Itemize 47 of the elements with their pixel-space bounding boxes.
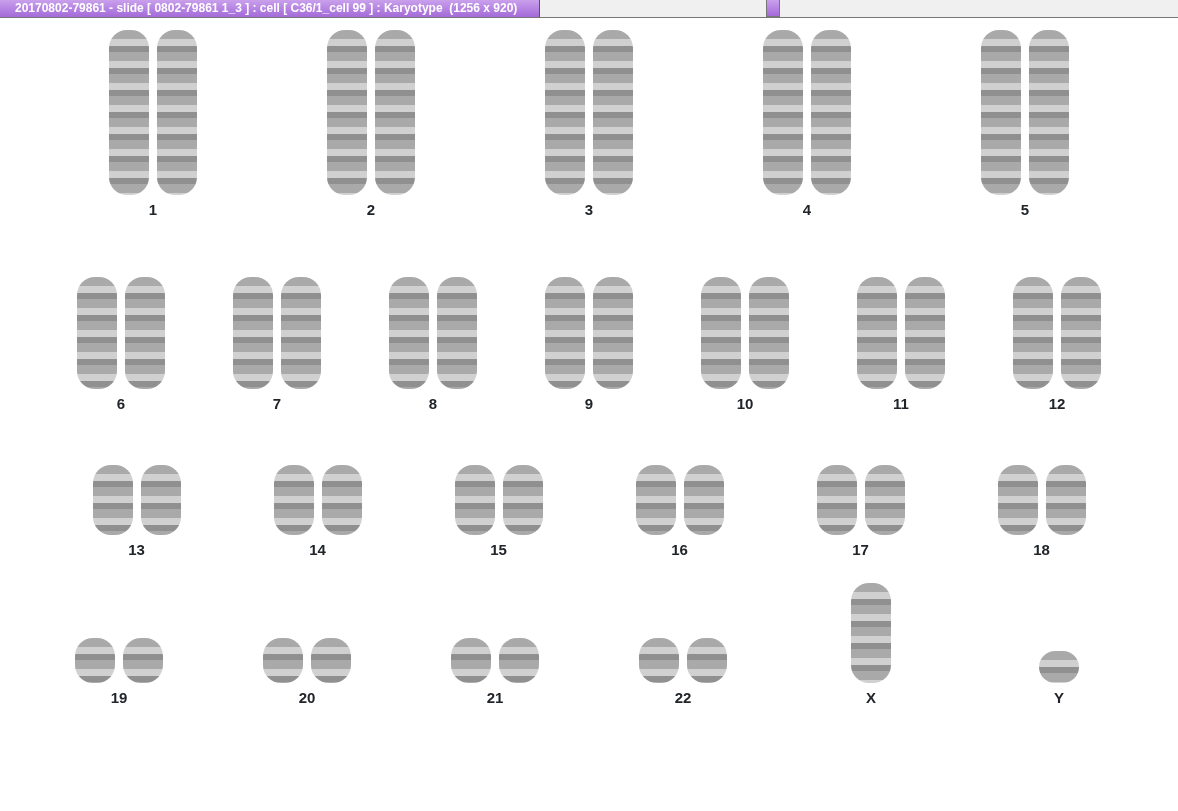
chromosome-label: 4: [802, 201, 812, 219]
chromosome-label: 1: [148, 201, 158, 219]
chromosome-drawing: [499, 638, 539, 683]
chromosome-drawing: [639, 638, 679, 683]
chromosome-drawing: [635, 465, 676, 535]
chromosome-drawing: [1039, 651, 1079, 683]
chromosome-drawing: [454, 465, 495, 535]
chromosome-drawing: [123, 638, 163, 683]
chromosome-label: X: [866, 689, 876, 707]
chromosome-drawing: [321, 465, 362, 535]
chromosome-label: 12: [1048, 395, 1066, 413]
chromosome-drawing: [683, 465, 724, 535]
chromosome-label: 6: [116, 395, 126, 413]
chromosome-drawing: [687, 638, 727, 683]
chromosome-label: 10: [736, 395, 754, 413]
chromosome-label: Y: [1054, 689, 1064, 707]
chromosome-label: 20: [298, 689, 316, 707]
tab-handle[interactable]: [766, 0, 780, 17]
chromosome-label: 8: [428, 395, 438, 413]
chromosome-label: 2: [366, 201, 376, 219]
chromosome-drawing: [92, 465, 133, 535]
window-title: 20170802-79861 - slide [ 0802-79861 1_3 ] : cell [ C36/1_cell 99 ] : Karyotype (1256 x 920): [0, 0, 540, 17]
chromosome-label: 17: [852, 541, 869, 559]
chromosome-label: 9: [584, 395, 594, 413]
chromosome-label: 11: [893, 395, 909, 413]
chromosome-drawing: [502, 465, 543, 535]
chromosome-label: 5: [1020, 201, 1030, 219]
chromosome-label: 22: [674, 689, 692, 707]
chromosome-drawing: [273, 465, 314, 535]
chromosome-label: 13: [128, 541, 145, 559]
chromosome-drawing: [75, 638, 115, 683]
chromosome-label: 21: [486, 689, 504, 707]
chromosome-drawing: [311, 638, 351, 683]
chromosome-drawing: [1045, 465, 1086, 535]
chromosome-label: 7: [272, 395, 282, 413]
chromosome-drawing: [997, 465, 1038, 535]
chromosome-label: 18: [1033, 541, 1050, 559]
chromosome-label: 16: [671, 541, 688, 559]
chromosome-label: 15: [490, 541, 507, 559]
chromosome-drawing: [451, 638, 491, 683]
chromosome-drawing: [816, 465, 857, 535]
chromosome-drawing: [140, 465, 181, 535]
chromosome-drawing: [864, 465, 905, 535]
chromosome-drawing: [263, 638, 303, 683]
chromosome-label: 14: [309, 541, 326, 559]
chromosome-label: 19: [110, 689, 128, 707]
chromosome-label: 3: [584, 201, 594, 219]
